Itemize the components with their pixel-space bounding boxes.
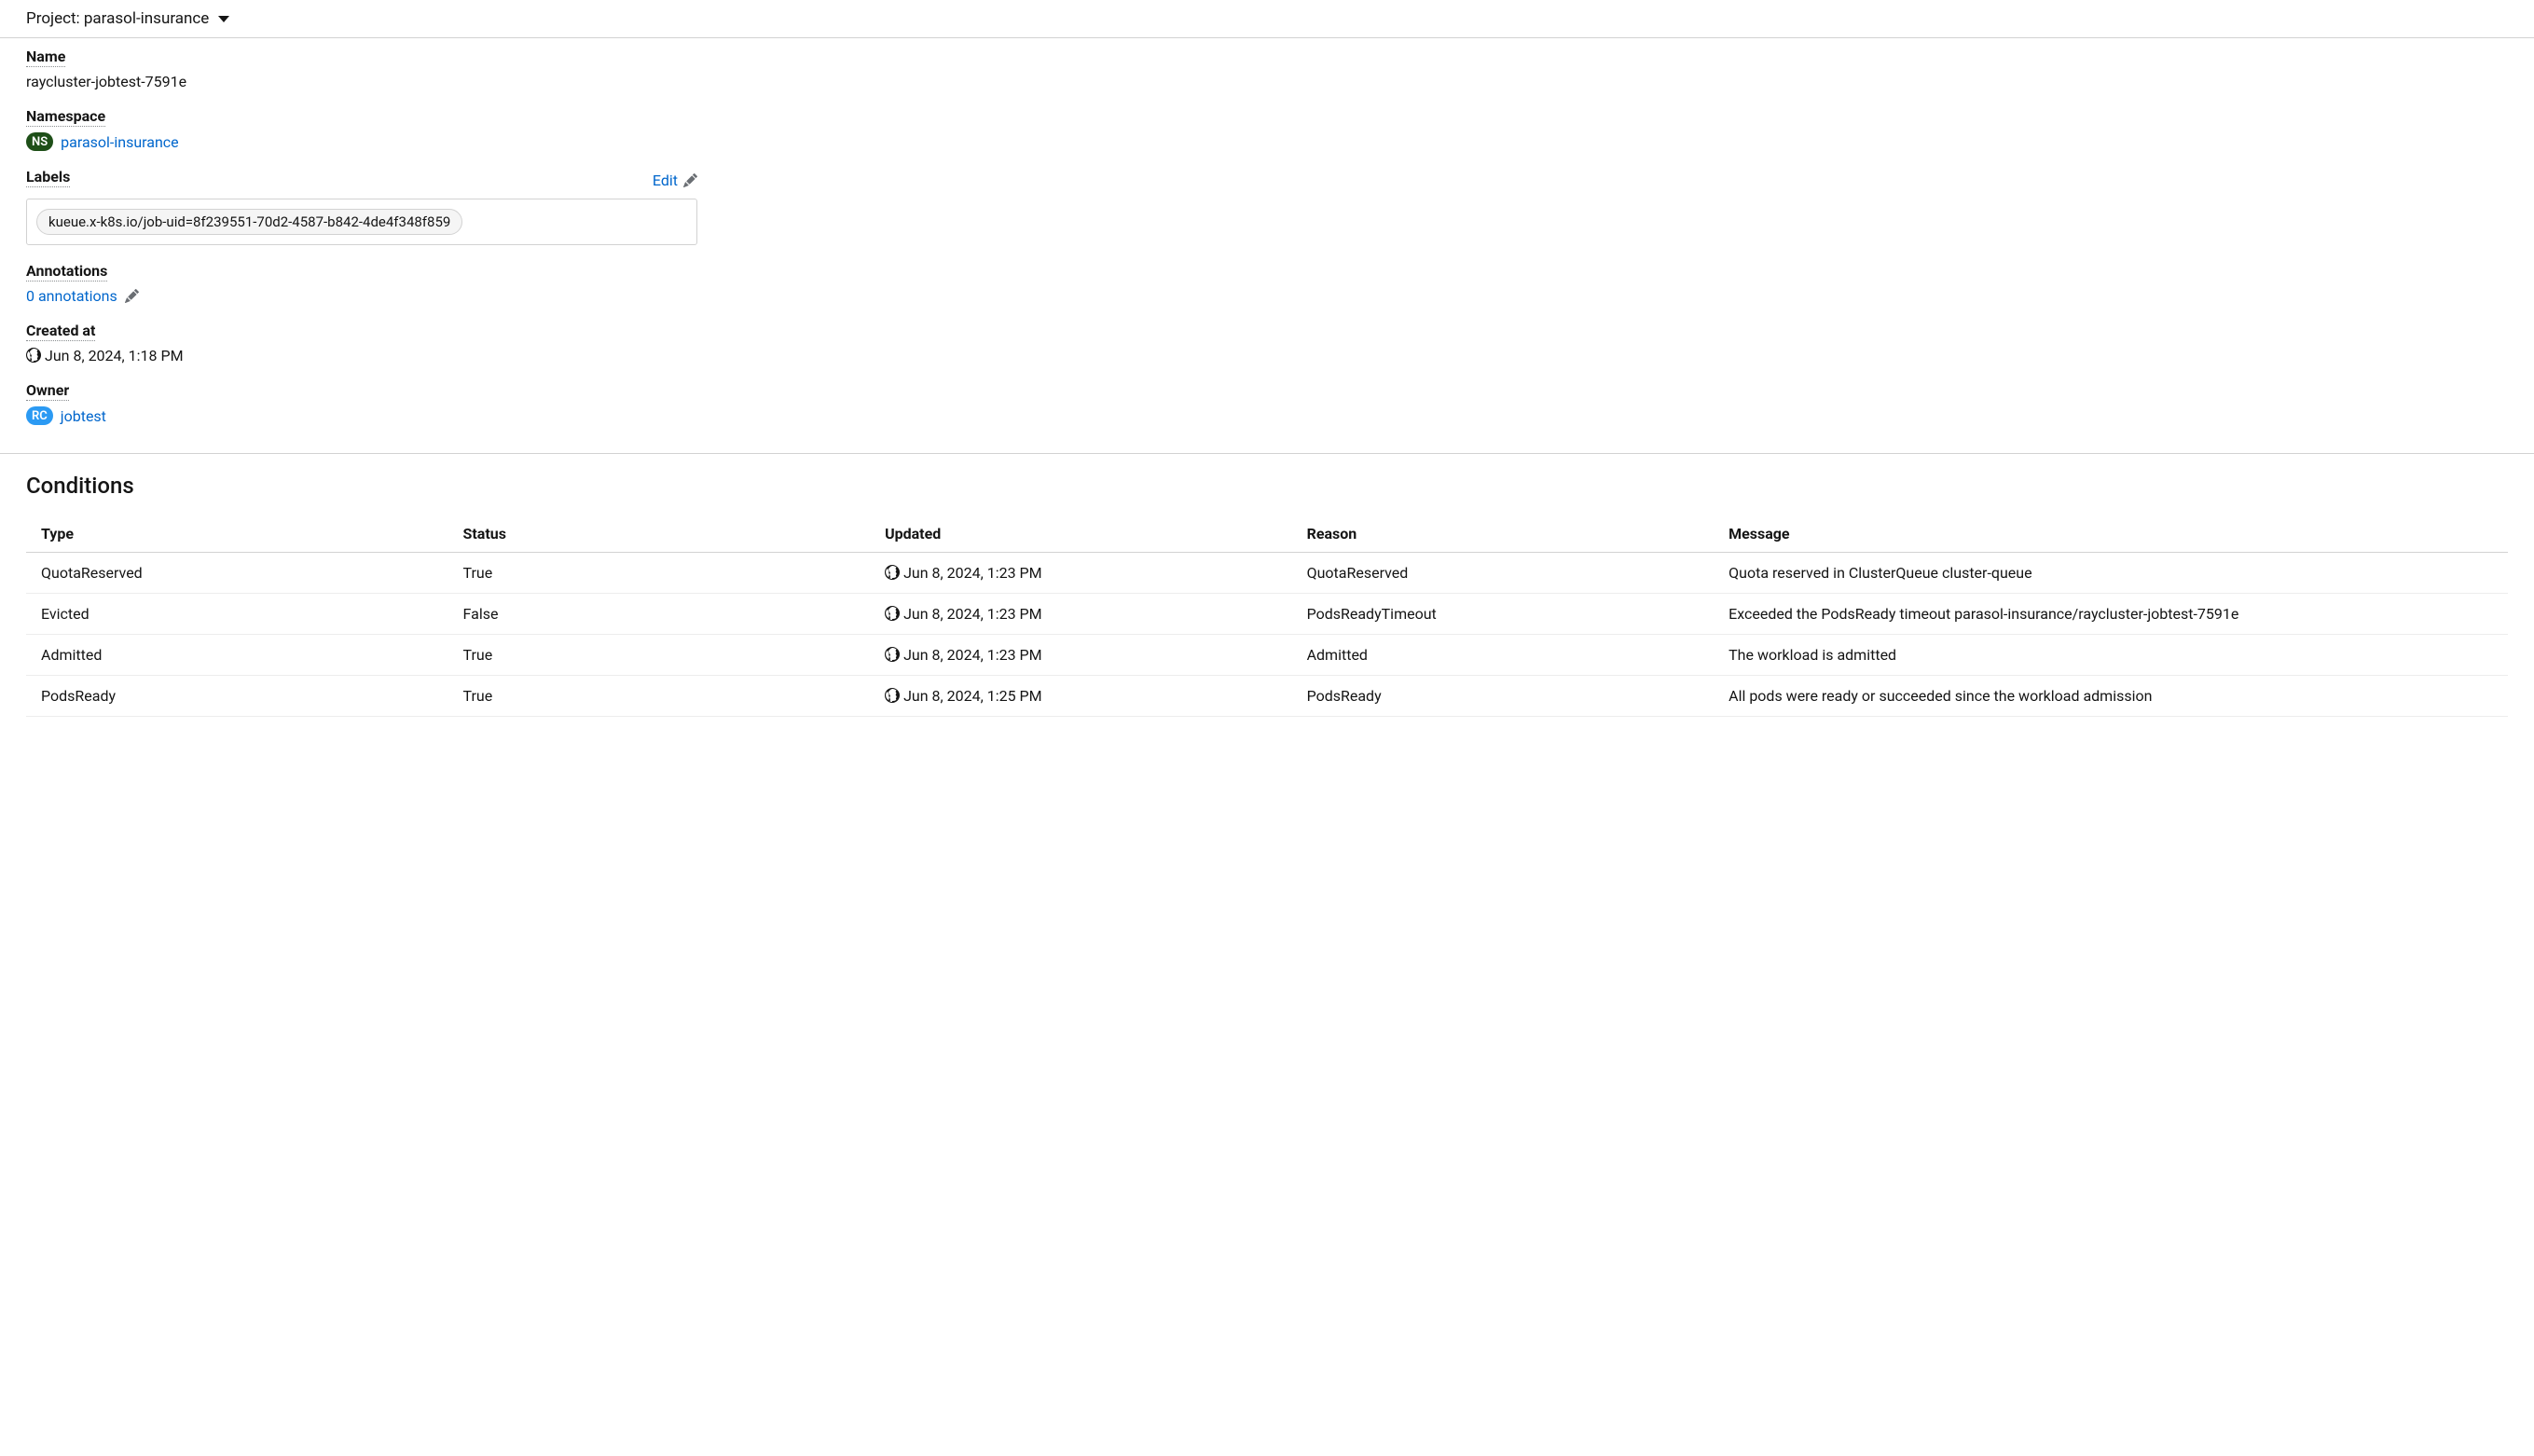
cell-type: QuotaReserved [26, 553, 448, 594]
cell-type: PodsReady [26, 676, 448, 717]
field-name: Name raycluster-jobtest-7591e [26, 48, 2508, 90]
column-message[interactable]: Message [1714, 515, 2508, 553]
field-created: Created at Jun 8, 2024, 1:18 PM [26, 322, 2508, 364]
conditions-heading: Conditions [26, 473, 2508, 499]
cell-message: All pods were ready or succeeded since t… [1714, 676, 2508, 717]
table-row: AdmittedTrueJun 8, 2024, 1:23 PMAdmitted… [26, 635, 2508, 676]
cell-updated: Jun 8, 2024, 1:23 PM [870, 553, 1292, 594]
owner-badge: RC [26, 406, 53, 425]
details-section: Name raycluster-jobtest-7591e Namespace … [0, 38, 2534, 454]
cell-type: Evicted [26, 594, 448, 635]
globe-icon [885, 565, 900, 580]
cell-status: True [448, 553, 871, 594]
cell-updated: Jun 8, 2024, 1:25 PM [870, 676, 1292, 717]
edit-labels-button[interactable]: Edit [653, 172, 697, 189]
namespace-badge: NS [26, 132, 53, 151]
pencil-icon [683, 173, 697, 187]
label-chip[interactable]: kueue.x-k8s.io/job-uid=8f239551-70d2-458… [36, 209, 462, 235]
cell-message: The workload is admitted [1714, 635, 2508, 676]
field-annotations: Annotations 0 annotations [26, 262, 2508, 305]
pencil-icon[interactable] [125, 289, 139, 303]
labels-label: Labels [26, 168, 70, 187]
field-labels: Labels Edit kueue.x-k8s.io/job-uid=8f239… [26, 168, 2508, 245]
cell-reason: QuotaReserved [1292, 553, 1715, 594]
cell-updated: Jun 8, 2024, 1:23 PM [870, 594, 1292, 635]
field-owner: Owner RC jobtest [26, 381, 2508, 425]
table-row: EvictedFalseJun 8, 2024, 1:23 PMPodsRead… [26, 594, 2508, 635]
cell-reason: PodsReady [1292, 676, 1715, 717]
project-selector[interactable]: Project: parasol-insurance [26, 9, 209, 28]
cell-status: False [448, 594, 871, 635]
globe-icon [885, 688, 900, 703]
table-row: QuotaReservedTrueJun 8, 2024, 1:23 PMQuo… [26, 553, 2508, 594]
column-type[interactable]: Type [26, 515, 448, 553]
column-status[interactable]: Status [448, 515, 871, 553]
created-value: Jun 8, 2024, 1:18 PM [45, 347, 184, 364]
conditions-section: Conditions Type Status Updated Reason Me… [0, 454, 2534, 754]
namespace-link[interactable]: parasol-insurance [61, 133, 179, 151]
field-namespace: Namespace NS parasol-insurance [26, 107, 2508, 151]
table-row: PodsReadyTrueJun 8, 2024, 1:25 PMPodsRea… [26, 676, 2508, 717]
name-label: Name [26, 48, 65, 67]
owner-label: Owner [26, 381, 69, 401]
cell-message: Quota reserved in ClusterQueue cluster-q… [1714, 553, 2508, 594]
cell-message: Exceeded the PodsReady timeout parasol-i… [1714, 594, 2508, 635]
globe-icon [26, 348, 41, 363]
project-bar: Project: parasol-insurance [0, 0, 2534, 38]
cell-status: True [448, 635, 871, 676]
created-label: Created at [26, 322, 95, 341]
cell-updated: Jun 8, 2024, 1:23 PM [870, 635, 1292, 676]
globe-icon [885, 606, 900, 621]
cell-type: Admitted [26, 635, 448, 676]
cell-reason: PodsReadyTimeout [1292, 594, 1715, 635]
annotations-link[interactable]: 0 annotations [26, 287, 117, 305]
globe-icon [885, 647, 900, 662]
column-reason[interactable]: Reason [1292, 515, 1715, 553]
labels-box: kueue.x-k8s.io/job-uid=8f239551-70d2-458… [26, 199, 697, 245]
edit-labels-text: Edit [653, 172, 678, 189]
caret-down-icon[interactable] [218, 16, 229, 22]
owner-link[interactable]: jobtest [61, 407, 106, 425]
cell-status: True [448, 676, 871, 717]
cell-reason: Admitted [1292, 635, 1715, 676]
column-updated[interactable]: Updated [870, 515, 1292, 553]
conditions-table: Type Status Updated Reason Message Quota… [26, 515, 2508, 717]
namespace-label: Namespace [26, 107, 105, 127]
annotations-label: Annotations [26, 262, 107, 282]
name-value: raycluster-jobtest-7591e [26, 73, 2508, 90]
